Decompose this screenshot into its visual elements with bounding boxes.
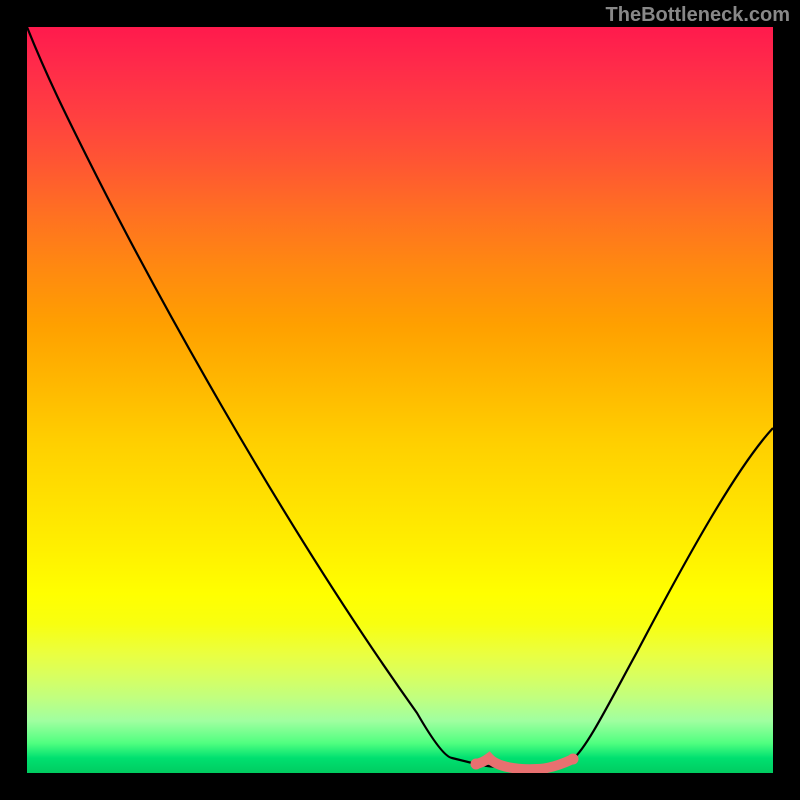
chart-container: TheBottleneck.com — [0, 0, 800, 800]
main-curve — [27, 27, 773, 767]
highlight-dot-left — [471, 759, 482, 770]
highlight-dot-right — [568, 754, 579, 765]
attribution-text: TheBottleneck.com — [606, 4, 790, 27]
curve-overlay — [27, 27, 773, 773]
highlight-segment — [476, 758, 573, 769]
